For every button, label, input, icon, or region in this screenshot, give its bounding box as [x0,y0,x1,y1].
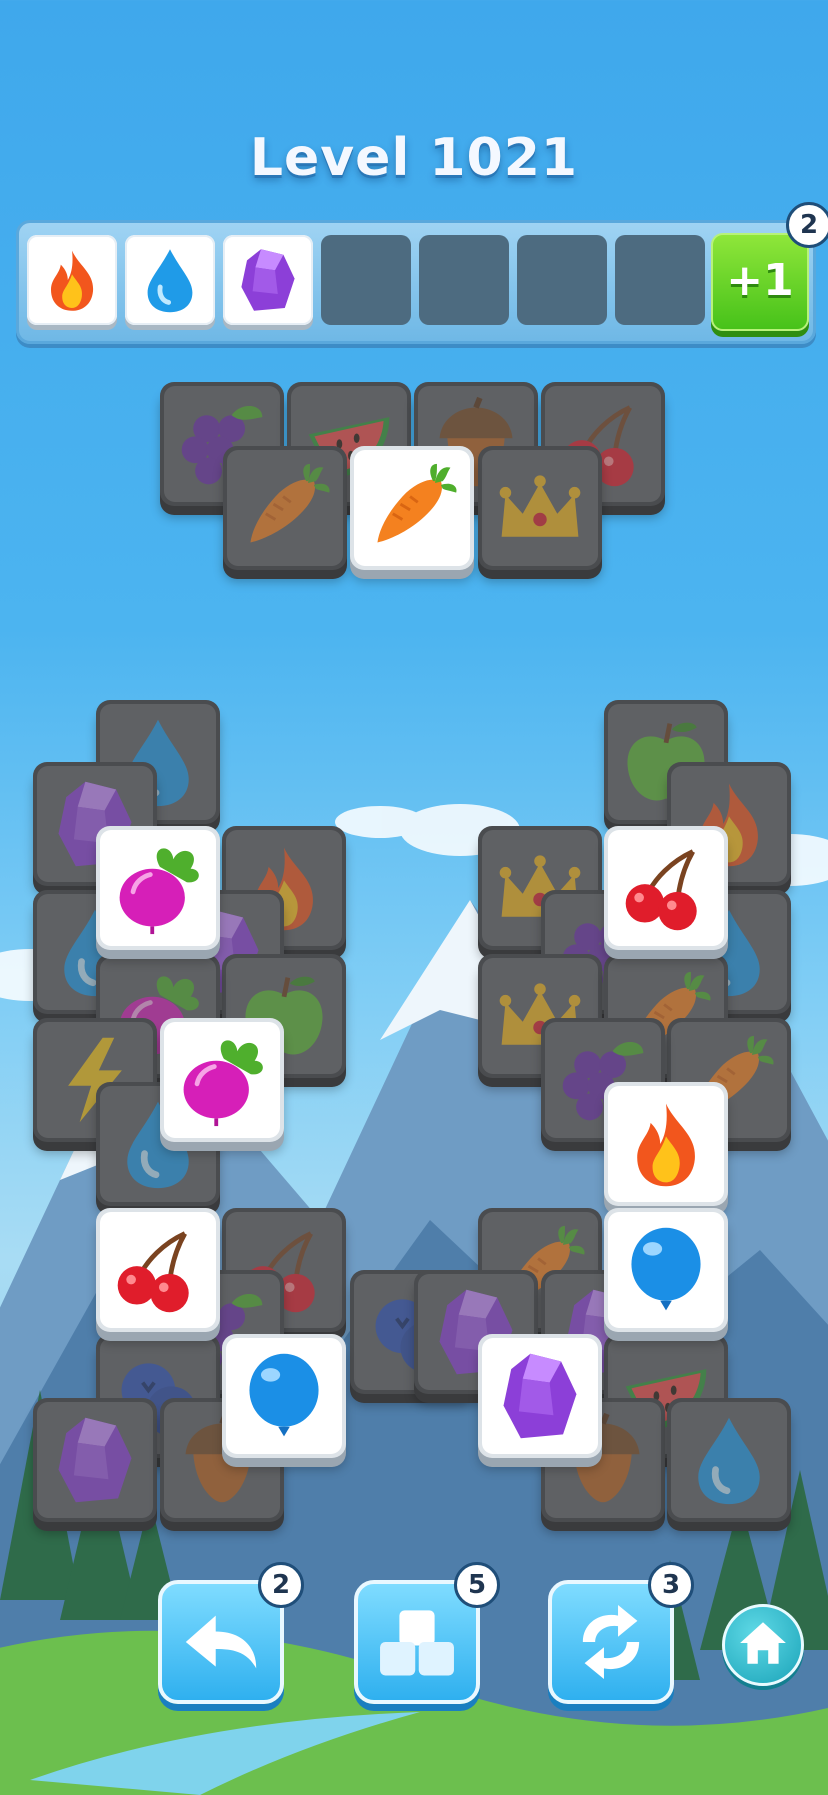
undo-count-badge: 2 [258,1562,304,1608]
tray-slot [27,235,117,325]
radish-icon [174,1032,270,1128]
extra-slot-count-badge: 2 [786,202,828,248]
tray-slot [125,235,215,325]
tile-blocked [33,1398,157,1522]
carrot-icon [364,460,460,556]
balloon-icon [618,1222,714,1318]
tile-selectable[interactable] [604,1208,728,1332]
tray-slot-empty [419,235,509,325]
tile-selectable[interactable] [222,1334,346,1458]
shuffle-icon [582,1605,640,1679]
extra-slot-button[interactable]: +1 [711,233,809,331]
water-drop-icon [135,245,205,315]
purple-crystal-icon [233,245,303,315]
cherry-icon [110,1222,206,1318]
balloon-icon [236,1348,332,1444]
water-drop-icon [681,1412,777,1508]
game-board: Level 1021 +1 2 2 5 3 [0,0,828,1795]
level-title: Level 1021 [249,128,579,188]
home-button[interactable] [722,1604,804,1686]
carrot-icon [237,460,333,556]
tile-blocked [667,1398,791,1522]
magnet-count-badge: 5 [454,1562,500,1608]
tile-blocked [223,446,347,570]
tray-slot-empty [517,235,607,325]
tray-slot-empty [321,235,411,325]
tile-blocked [478,446,602,570]
matching-tray: +1 [16,220,816,344]
shuffle-count-badge: 3 [648,1562,694,1608]
tray-slot [223,235,313,325]
purple-crystal-icon [492,1348,588,1444]
crown-icon [492,460,588,556]
tile-selectable[interactable] [350,446,474,570]
tile-selectable[interactable] [96,826,220,950]
cherry-icon [618,840,714,936]
tile-selectable[interactable] [96,1208,220,1332]
tile-selectable[interactable] [604,1082,728,1206]
fire-icon [37,245,107,315]
tray-slot-empty [615,235,705,325]
tile-selectable[interactable] [160,1018,284,1142]
tile-selectable[interactable] [478,1334,602,1458]
undo-arrow-icon [185,1615,257,1669]
purple-crystal-icon [47,1412,143,1508]
radish-icon [110,840,206,936]
fire-icon [618,1096,714,1192]
home-icon [740,1622,786,1664]
tile-stack-icon [380,1610,454,1676]
tile-selectable[interactable] [604,826,728,950]
